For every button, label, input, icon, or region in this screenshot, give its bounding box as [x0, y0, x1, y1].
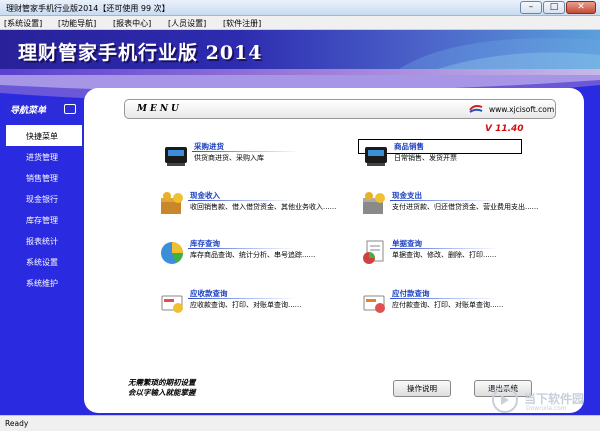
watermark-logo-icon [492, 387, 518, 413]
menu-report-center[interactable]: [报表中心] [113, 18, 151, 29]
money-chest-icon [363, 192, 385, 214]
window-title: 理财管家手机行业版2014【还可使用 99 次】 [6, 4, 170, 13]
tile-underline [188, 298, 296, 299]
version-label: V 11.40 [485, 124, 524, 134]
tile-cash-income[interactable]: 现金收入 收回销售款、借入借贷资金、其他业务收入...... [158, 190, 353, 220]
tile-description: 应收款查询、打印、对账单查询...... [190, 301, 302, 309]
close-button[interactable]: ✕ [566, 1, 596, 14]
tile-underline [390, 248, 498, 249]
tile-documents[interactable]: 单据查询 单据查询、修改、删除、打印...... [360, 238, 555, 268]
maximize-button[interactable]: □ [543, 1, 565, 14]
tile-description: 单据查询、修改、删除、打印...... [392, 251, 497, 259]
payables-icon [363, 295, 385, 313]
nav-header-label: 导航菜单 [10, 106, 47, 116]
sidebar-item-purchase[interactable]: 进货管理 [6, 146, 82, 167]
tile-underline [188, 248, 296, 249]
tile-cash-expense[interactable]: 现金支出 支付进货款、归还借贷资金、营业费用支出...... [360, 190, 555, 220]
tile-payables[interactable]: 应付款查询 应付款查询、打印、对账单查询...... [360, 288, 555, 318]
tile-underline [192, 151, 300, 152]
footer-note-line1: 无需繁琐的期初设置 [128, 378, 196, 387]
watermark-subtext: Downxia.com [526, 405, 567, 412]
title-bar: 理财管家手机行业版2014【还可使用 99 次】 – □ ✕ [0, 0, 600, 16]
sidebar-item-sales[interactable]: 销售管理 [6, 167, 82, 188]
status-text: Ready [5, 419, 29, 428]
menu-function-nav[interactable]: [功能导航] [58, 18, 96, 29]
menu-registration[interactable]: [软件注册] [223, 18, 261, 29]
cash-register-icon [365, 147, 387, 166]
sidebar-item-reports[interactable]: 报表统计 [6, 230, 82, 251]
tile-title: 商品销售 [394, 142, 424, 151]
receivables-icon [161, 295, 183, 313]
sidebar-item-system-settings[interactable]: 系统设置 [6, 251, 82, 272]
tile-underline [390, 200, 498, 201]
cash-register-icon [165, 147, 187, 166]
menu-staff-settings[interactable]: [人员设置] [168, 18, 206, 29]
tile-description: 收回销售款、借入借贷资金、其他业务收入...... [190, 203, 337, 211]
site-logo-icon [469, 105, 483, 113]
tile-inventory[interactable]: 库存查询 库存商品查询、统计分析、串号追踪...... [158, 238, 353, 268]
money-chest-icon [161, 192, 183, 214]
status-bar: Ready [0, 415, 600, 431]
sidebar: 快捷菜单 进货管理 销售管理 现金银行 库存管理 报表统计 系统设置 系统维护 [6, 125, 82, 381]
tile-description: 应付款查询、打印、对账单查询...... [392, 301, 504, 309]
tile-purchase[interactable]: 采购进货 供货商进货、采购入库 [162, 141, 352, 171]
pie-chart-icon [161, 242, 183, 264]
site-url[interactable]: www.xjcisoft.com [489, 105, 554, 114]
menu-bar: [系统设置] [功能导航] [报表中心] [人员设置] [软件注册] [0, 16, 600, 30]
sidebar-item-maintenance[interactable]: 系统维护 [6, 272, 82, 293]
nav-header-icon [64, 104, 76, 114]
footer-note: 无需繁琐的期初设置 会以字输入就能掌握 [128, 378, 196, 398]
tile-description: 库存商品查询、统计分析、串号追踪...... [190, 251, 316, 259]
document-chart-icon [363, 240, 384, 264]
nav-header: 导航菜单 [6, 100, 80, 118]
tile-receivables[interactable]: 应收款查询 应收款查询、打印、对账单查询...... [158, 288, 353, 318]
tile-sales[interactable]: 商品销售 日常销售、发货开票 [362, 141, 552, 171]
watermark: 当下软件园 Downxia.com [490, 386, 598, 414]
sidebar-item-cash-bank[interactable]: 现金银行 [6, 188, 82, 209]
banner: 理财管家手机行业版 2014 [0, 30, 600, 75]
sidebar-item-quick-menu[interactable]: 快捷菜单 [6, 125, 82, 146]
menu-label: MENU [137, 104, 182, 114]
help-button[interactable]: 操作说明 [393, 380, 451, 397]
tile-underline [390, 298, 498, 299]
footer-note-line2: 会以字输入就能掌握 [128, 388, 196, 397]
sidebar-item-inventory[interactable]: 库存管理 [6, 209, 82, 230]
menu-header-bar: MENU www.xjcisoft.com [124, 99, 556, 119]
app-title: 理财管家手机行业版 2014 [18, 42, 263, 64]
tile-description: 日常销售、发货开票 [394, 154, 457, 162]
tile-description: 供货商进货、采购入库 [194, 154, 264, 162]
menu-system-settings[interactable]: [系统设置] [4, 18, 42, 29]
tile-underline [188, 200, 296, 201]
tile-description: 支付进货款、归还借贷资金、营业费用支出...... [392, 203, 539, 211]
minimize-button[interactable]: – [520, 1, 542, 14]
